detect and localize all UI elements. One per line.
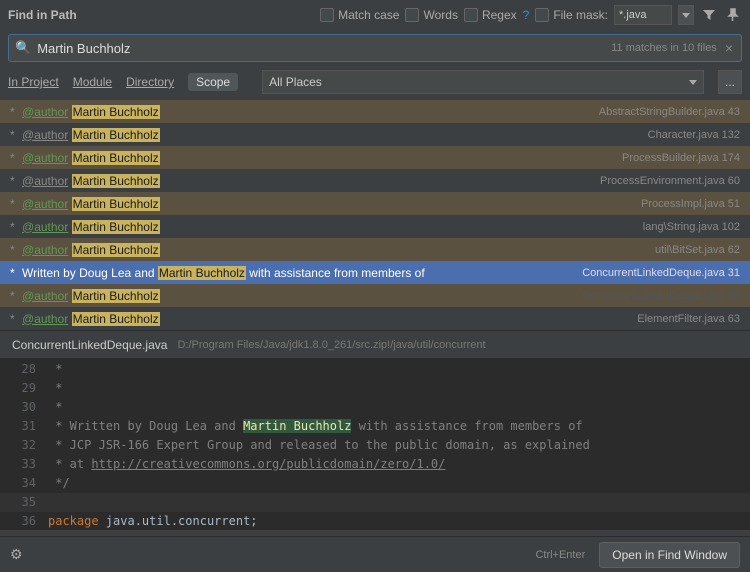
chevron-down-icon xyxy=(689,80,697,85)
tab-directory[interactable]: Directory xyxy=(126,73,174,91)
regex-checkbox[interactable]: Regex? xyxy=(464,8,529,22)
open-in-find-window-button[interactable]: Open in Find Window xyxy=(599,542,740,568)
code-line: * xyxy=(48,360,62,379)
gutter: 32 xyxy=(0,436,48,455)
browse-button[interactable]: ... xyxy=(718,70,742,94)
dialog-title: Find in Path xyxy=(8,8,77,22)
result-row[interactable]: * @author Martin BuchholzCharacter.java … xyxy=(0,123,750,146)
gutter: 34 xyxy=(0,474,48,493)
code-line: */ xyxy=(48,474,70,493)
file-mask-checkbox[interactable]: File mask: xyxy=(535,8,608,22)
search-input[interactable] xyxy=(37,41,605,56)
result-row[interactable]: * @author Martin Buchholzutil\BitSet.jav… xyxy=(0,238,750,261)
gutter: 29 xyxy=(0,379,48,398)
code-line: * at http://creativecommons.org/publicdo… xyxy=(48,455,445,474)
match-case-label: Match case xyxy=(338,8,399,22)
search-box: 🔍 11 matches in 10 files × xyxy=(8,34,742,62)
gutter: 31 xyxy=(0,417,48,436)
file-mask-dropdown[interactable] xyxy=(678,5,694,25)
code-preview[interactable]: 28 * 29 * 30 * 31 * Written by Doug Lea … xyxy=(0,358,750,530)
preview-filename: ConcurrentLinkedDeque.java xyxy=(12,338,167,352)
words-checkbox[interactable]: Words xyxy=(405,8,457,22)
clear-icon[interactable]: × xyxy=(723,40,735,56)
shortcut-hint: Ctrl+Enter xyxy=(535,549,585,561)
filter-icon[interactable] xyxy=(700,6,718,24)
result-row[interactable]: * @author Martin BuchholzConcurrentLinke… xyxy=(0,284,750,307)
code-line: * JCP JSR-166 Expert Group and released … xyxy=(48,436,590,455)
tab-in-project[interactable]: In Project xyxy=(8,73,59,91)
scope-value: All Places xyxy=(269,75,322,89)
gutter: 35 xyxy=(0,493,48,512)
match-count: 11 matches in 10 files xyxy=(611,42,717,54)
result-row[interactable]: * @author Martin BuchholzElementFilter.j… xyxy=(0,307,750,330)
words-label: Words xyxy=(423,8,457,22)
gutter: 36 xyxy=(0,512,48,531)
tab-scope[interactable]: Scope xyxy=(188,73,238,91)
gear-icon[interactable]: ⚙ xyxy=(10,546,23,563)
tab-module[interactable]: Module xyxy=(73,73,112,91)
gutter: 30 xyxy=(0,398,48,417)
search-icon: 🔍 xyxy=(15,40,31,56)
match-case-checkbox[interactable]: Match case xyxy=(320,8,399,22)
result-row[interactable]: * @author Martin Buchholzlang\String.jav… xyxy=(0,215,750,238)
result-row[interactable]: * Written by Doug Lea and Martin Buchhol… xyxy=(0,261,750,284)
preview-path: D:/Program Files/Java/jdk1.8.0_261/src.z… xyxy=(177,339,485,351)
file-mask-input[interactable] xyxy=(614,5,672,25)
pin-icon[interactable] xyxy=(724,6,742,24)
chevron-down-icon xyxy=(682,13,690,18)
result-row[interactable]: * @author Martin BuchholzProcessEnvironm… xyxy=(0,169,750,192)
code-line: * xyxy=(48,379,62,398)
result-row[interactable]: * @author Martin BuchholzAbstractStringB… xyxy=(0,100,750,123)
regex-help-icon[interactable]: ? xyxy=(523,8,530,22)
code-line: * xyxy=(48,398,62,417)
code-line: * Written by Doug Lea and Martin Buchhol… xyxy=(48,417,583,436)
file-mask-label: File mask: xyxy=(553,8,608,22)
code-line: package java.util.concurrent; xyxy=(48,512,258,531)
result-row[interactable]: * @author Martin BuchholzProcessBuilder.… xyxy=(0,146,750,169)
results-list: * @author Martin BuchholzAbstractStringB… xyxy=(0,100,750,330)
gutter: 28 xyxy=(0,360,48,379)
regex-label: Regex xyxy=(482,8,517,22)
result-row[interactable]: * @author Martin BuchholzProcessImpl.jav… xyxy=(0,192,750,215)
scope-select[interactable]: All Places xyxy=(262,70,704,94)
gutter: 33 xyxy=(0,455,48,474)
